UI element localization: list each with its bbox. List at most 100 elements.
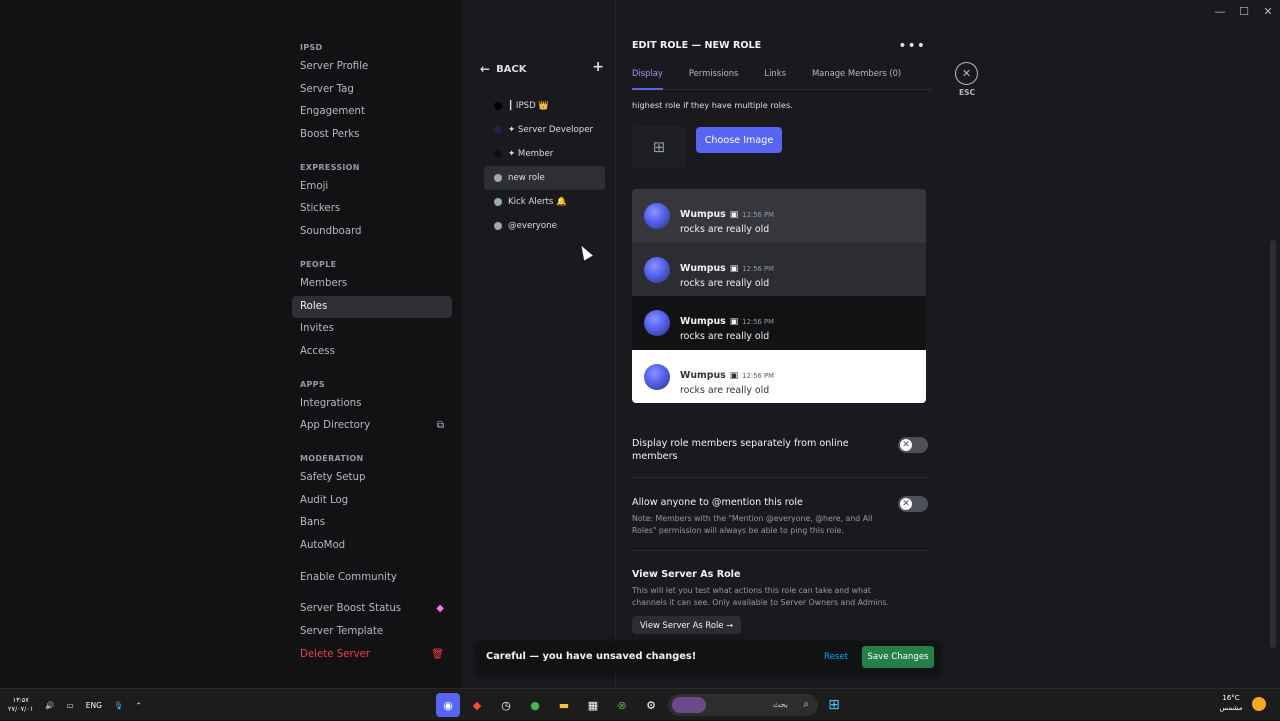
sidebar-item-engagement[interactable]: Engagement <box>292 101 452 124</box>
image-add-icon[interactable]: ⊞ <box>632 126 686 168</box>
chevron-up-icon[interactable]: ⌃ <box>135 701 141 710</box>
language-indicator[interactable]: ENG <box>86 701 102 710</box>
settings-sidebar: IPSD Server Profile Server Tag Engagemen… <box>292 36 454 666</box>
display-icon[interactable]: ▭ <box>67 701 74 710</box>
weather-widget[interactable]: 16°C مشمس <box>1216 693 1246 713</box>
search-highlight-image <box>672 697 706 713</box>
weather-desc: مشمس <box>1219 704 1243 712</box>
sidebar-item-automod[interactable]: AutoMod <box>292 535 452 558</box>
allow-mention-toggle[interactable]: ✕ <box>898 496 928 512</box>
minimize-icon[interactable]: — <box>1208 0 1232 22</box>
sidebar-item-safety-setup[interactable]: Safety Setup <box>292 467 452 490</box>
role-name: ✦ Member <box>508 149 554 159</box>
more-options-icon[interactable]: ••• <box>898 38 926 54</box>
back-button[interactable]: ← BACK + <box>476 58 608 80</box>
choose-image-button[interactable]: Choose Image <box>696 127 782 153</box>
unsaved-changes-bar: Careful — you have unsaved changes! Rese… <box>475 641 941 673</box>
role-item[interactable]: Kick Alerts 🔔 <box>484 190 605 214</box>
xbox-icon[interactable]: ⊗ <box>610 693 634 717</box>
save-changes-button[interactable]: Save Changes <box>862 646 934 668</box>
tab-links[interactable]: Links <box>764 68 786 90</box>
clock-app-icon[interactable]: ◷ <box>494 693 518 717</box>
preview-message-dark: Wumpus ▣ 12:56 PM rocks are really old <box>632 189 926 243</box>
sidebar-item-invites[interactable]: Invites <box>292 318 452 341</box>
preview-username: Wumpus <box>680 209 726 220</box>
view-server-as-role-button[interactable]: View Server As Role → <box>632 616 742 634</box>
sidebar-item-delete-server[interactable]: Delete Server 🗑 <box>292 644 452 667</box>
steam-icon[interactable]: ⚙ <box>639 693 663 717</box>
role-color-dot <box>494 126 502 134</box>
sidebar-item-soundboard[interactable]: Soundboard <box>292 221 452 244</box>
add-role-plus-icon[interactable]: + <box>592 59 604 75</box>
sidebar-category-apps: APPS <box>300 379 325 389</box>
setting-title: Display role members separately from onl… <box>632 438 849 462</box>
preview-username: Wumpus <box>680 369 726 381</box>
folder-icon[interactable]: ▬ <box>552 693 576 717</box>
sidebar-item-enable-community[interactable]: Enable Community <box>292 567 452 590</box>
trash-icon: 🗑 <box>431 648 444 660</box>
sidebar-item-label: Server Boost Status <box>300 603 402 615</box>
role-item[interactable]: ✦ Server Developer <box>484 118 605 142</box>
role-tabs: Display Permissions Links Manage Members… <box>632 68 932 90</box>
preview-timestamp: 12:56 PM <box>742 318 774 326</box>
speaker-icon[interactable]: 🔊 <box>45 701 54 710</box>
divider <box>632 477 928 478</box>
system-tray: ۱۳:۵۷ ۲۷/۰۷/۰۱ 🔊 ▭ ENG 🎙 ⌃ <box>8 689 142 721</box>
role-item-active[interactable]: new role <box>484 166 605 190</box>
role-editor-header: EDIT ROLE — NEW ROLE ••• Display Permiss… <box>632 36 932 90</box>
store-icon[interactable]: ▦ <box>581 693 605 717</box>
role-name: Kick Alerts 🔔 <box>508 197 567 207</box>
discord-icon[interactable]: ◉ <box>436 693 460 717</box>
reset-button[interactable]: Reset <box>824 641 848 673</box>
sidebar-item-roles[interactable]: Roles <box>292 295 452 319</box>
sidebar-item-audit-log[interactable]: Audit Log <box>292 490 452 513</box>
preview-message-light: Wumpus ▣ 12:56 PM rocks are really old <box>632 349 926 403</box>
close-icon[interactable]: ✕ <box>955 62 978 85</box>
sidebar-item-server-tag[interactable]: Server Tag <box>292 79 452 102</box>
maximize-icon[interactable]: ☐ <box>1232 0 1256 22</box>
tab-display[interactable]: Display <box>632 68 663 90</box>
role-item[interactable]: ✦ Member <box>484 142 605 166</box>
esc-label: ESC <box>958 88 976 97</box>
role-icon-hint: highest role if they have multiple roles… <box>632 100 793 110</box>
close-window-icon[interactable]: ✕ <box>1256 0 1280 22</box>
start-windows-icon[interactable]: ⊞ <box>822 693 846 717</box>
preview-timestamp: 12:56 PM <box>742 264 774 273</box>
role-color-dot <box>494 198 502 206</box>
sidebar-item-integrations[interactable]: Integrations <box>292 393 452 416</box>
sidebar-item-boost-perks[interactable]: Boost Perks <box>292 124 452 147</box>
sidebar-category-people: PEOPLE <box>300 259 337 269</box>
role-color-dot <box>494 102 502 110</box>
sidebar-item-stickers[interactable]: Stickers <box>292 198 452 221</box>
display-separately-toggle[interactable]: ✕ <box>898 437 928 453</box>
back-label: BACK <box>496 63 527 75</box>
sidebar-item-bans[interactable]: Bans <box>292 512 452 535</box>
sidebar-item-server-profile[interactable]: Server Profile <box>292 56 452 79</box>
esc-close-button[interactable]: ✕ ESC <box>955 62 979 97</box>
role-name: ┃ IPSD 👑 <box>508 101 550 111</box>
avatar <box>644 363 670 390</box>
role-item[interactable]: @everyone <box>484 214 605 238</box>
brave-icon[interactable]: ◆ <box>465 693 489 717</box>
weather-temp: 16°C <box>1222 694 1240 702</box>
search-box[interactable]: بحث ⌕ <box>668 694 818 716</box>
avatar <box>644 256 670 283</box>
sidebar-item-access[interactable]: Access <box>292 341 452 364</box>
sidebar-item-members[interactable]: Members <box>292 273 452 296</box>
sidebar-item-app-directory[interactable]: App Directory ⧉ <box>292 415 452 438</box>
sidebar-item-emoji[interactable]: Emoji <box>292 176 452 199</box>
setting-note: Note: Members with the "Mention @everyon… <box>632 514 873 535</box>
setting-note: This will let you test what actions this… <box>632 586 890 607</box>
sidebar-item-server-boost-status[interactable]: Server Boost Status ◆ <box>292 598 452 621</box>
role-item[interactable]: ┃ IPSD 👑 <box>484 94 605 118</box>
boost-gem-icon: ◆ <box>436 603 444 615</box>
chrome-icon[interactable]: ● <box>523 693 547 717</box>
sidebar-item-server-template[interactable]: Server Template <box>292 621 452 644</box>
tab-permissions[interactable]: Permissions <box>689 68 739 90</box>
sidebar-category-ipsd: IPSD <box>300 43 323 52</box>
clock[interactable]: ۱۳:۵۷ ۲۷/۰۷/۰۱ <box>8 696 33 714</box>
tab-manage-members[interactable]: Manage Members (0) <box>812 68 901 90</box>
roles-list-panel: ← BACK + ┃ IPSD 👑 ✦ Server Developer ✦ M… <box>476 58 608 238</box>
scrollbar[interactable] <box>1270 240 1276 648</box>
microphone-icon[interactable]: 🎙 <box>114 701 124 710</box>
